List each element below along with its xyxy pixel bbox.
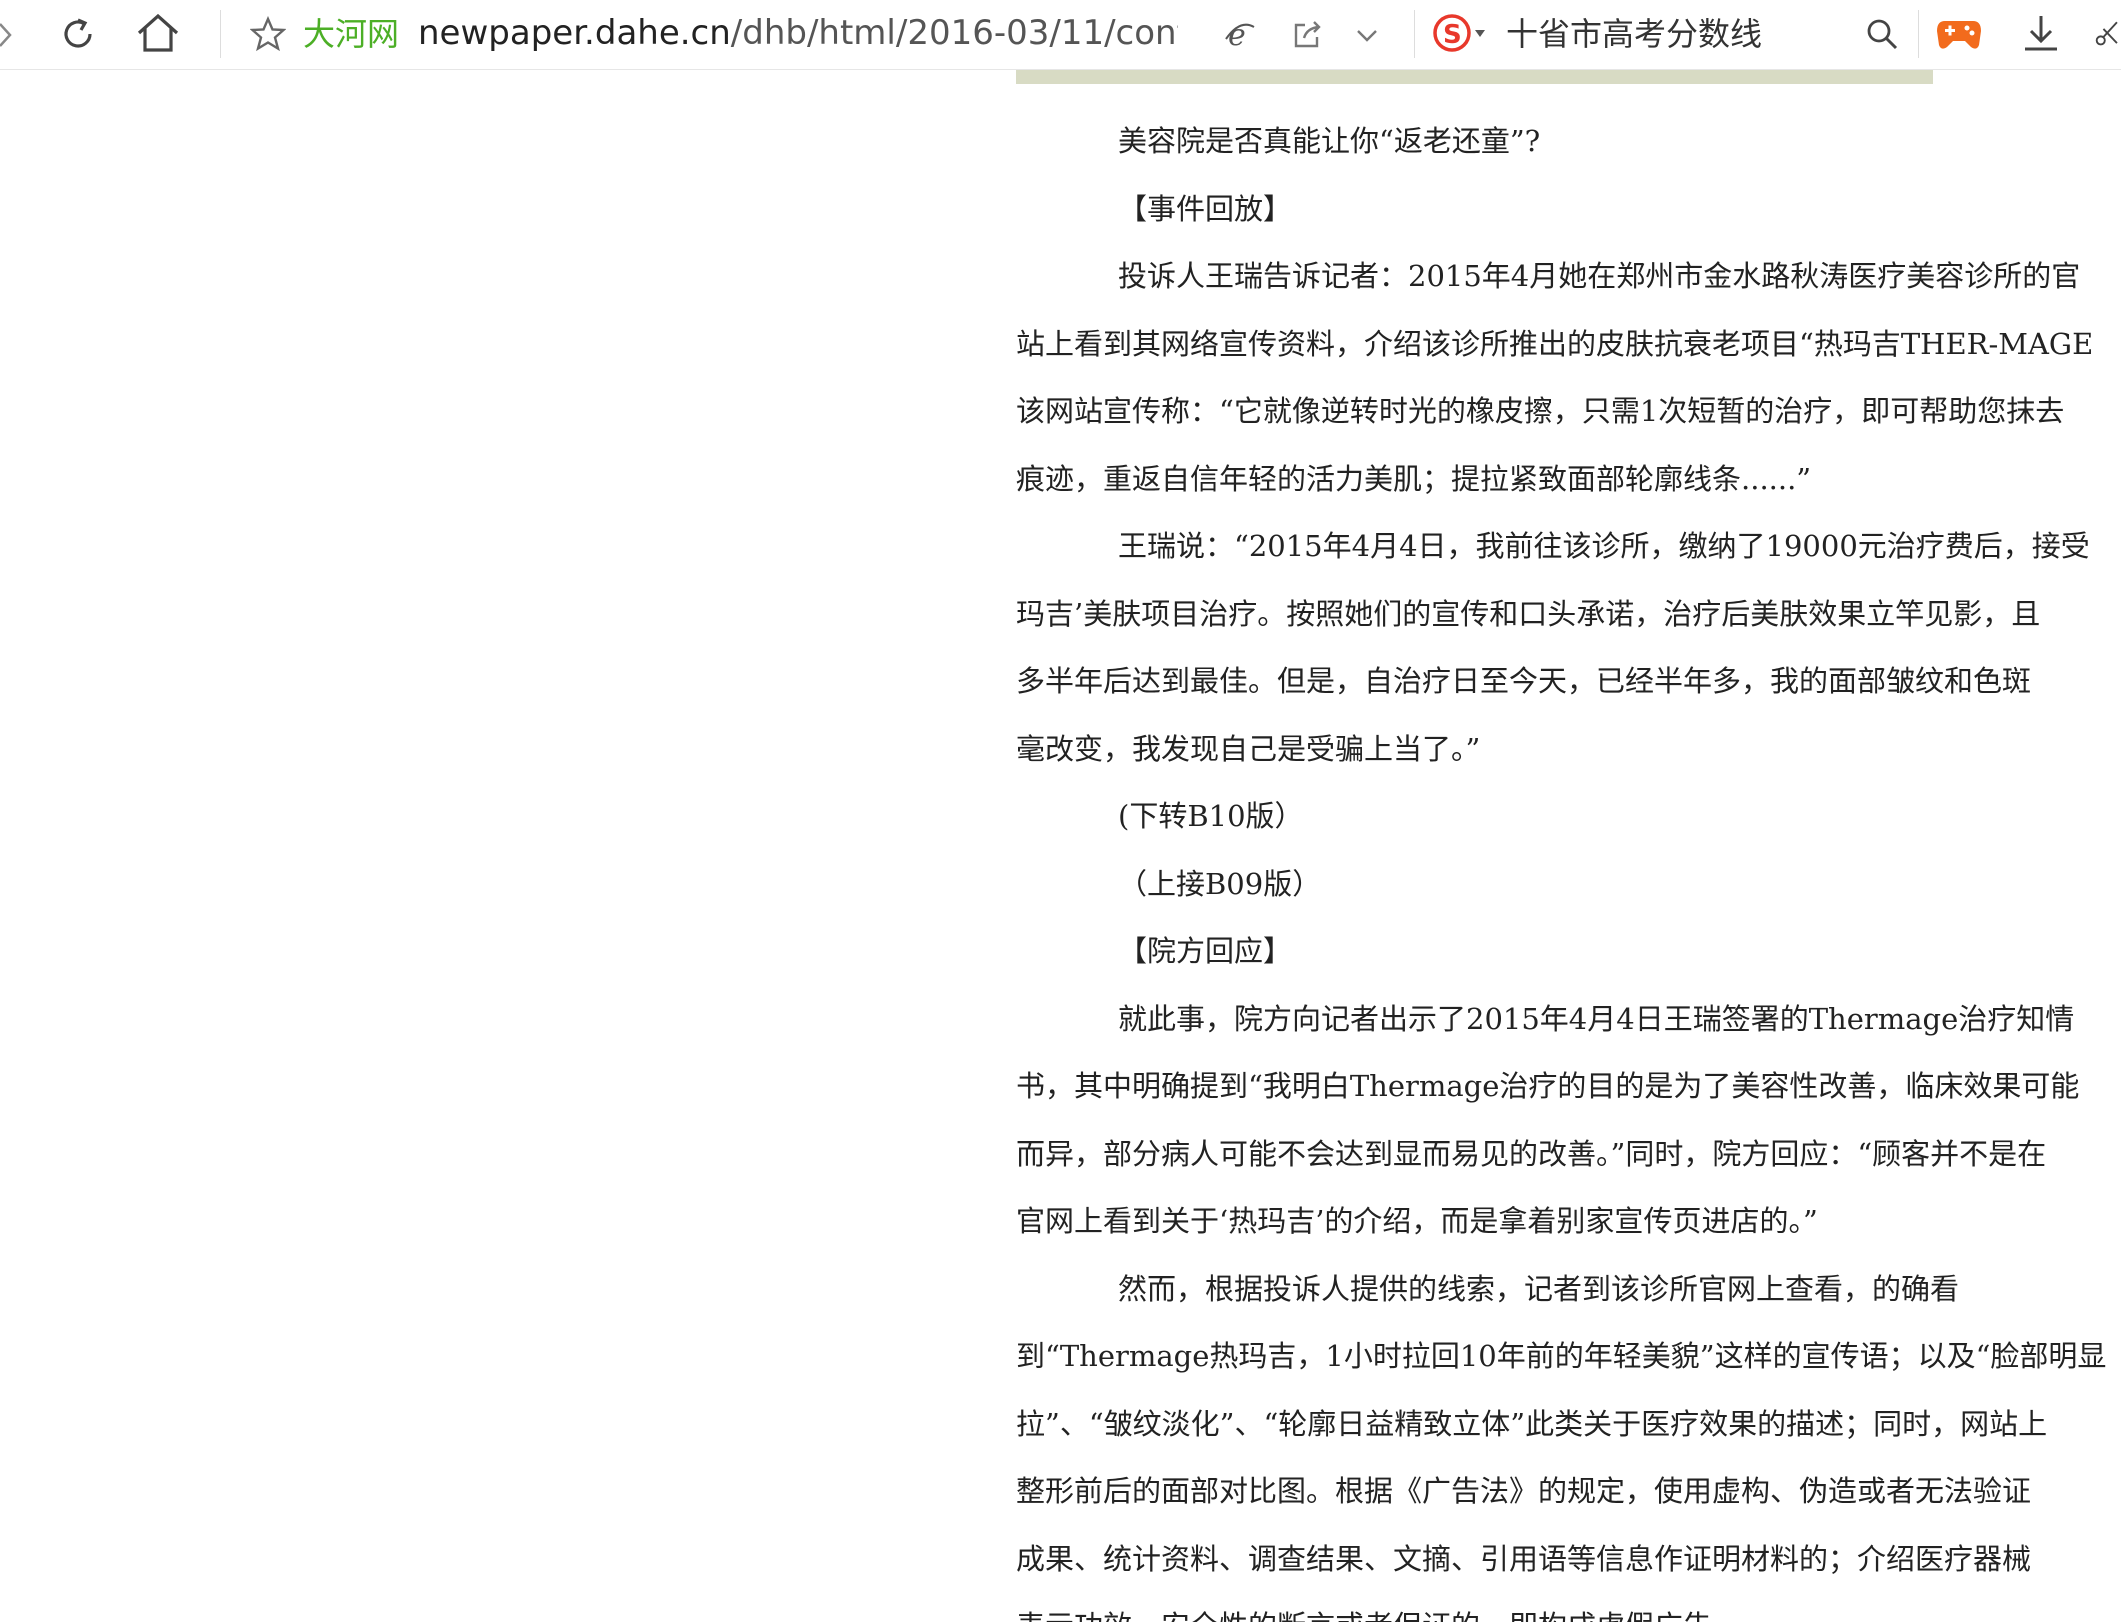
article-line: 官网上看到关于‘热玛吉’的介绍，而是拿着别家宣传页进店的。”	[1016, 1204, 1818, 1238]
article-line: 拉”、“皱纹淡化”、“轮廓日益精致立体”此类关于医疗效果的描述；同时，网站上	[1016, 1406, 2048, 1441]
chevron-down-icon[interactable]	[1350, 18, 1384, 52]
home-icon[interactable]	[134, 10, 182, 56]
article-line: 就此事，院方向记者出示了2015年4月4日王瑞签署的Thermage治疗知情	[1118, 1001, 2075, 1036]
page-content: 美容院是否真能让你“返老还童”? 【事件回放】 投诉人王瑞告诉记者：2015年4…	[0, 70, 2121, 1622]
article-line: 投诉人王瑞告诉记者：2015年4月她在郑州市金水路秋涛医疗美容诊所的官	[1118, 259, 2081, 293]
article-line: 玛吉’美肤项目治疗。按照她们的宣传和口头承诺，治疗后美肤效果立竿见影，且	[1016, 596, 2041, 631]
section-heading: 【事件回放】	[1118, 191, 1293, 226]
article-line: 到“Thermage热玛吉，1小时拉回10年前的年轻美貌”这样的宣传语；以及“脸…	[1016, 1339, 2107, 1373]
article-line: 书，其中明确提到“我明白Thermage治疗的目的是为了美容性改善，临床效果可能	[1016, 1069, 2080, 1103]
section-heading: 【院方回应】	[1118, 934, 1293, 968]
article-line: 整形前后的面部对比图。根据《广告法》的规定，使用虚构、伪造或者无法验证	[1016, 1474, 2032, 1508]
back-arrow-icon[interactable]	[0, 18, 14, 52]
article-line: 该网站宣传称：“它就像逆转时光的橡皮擦，只需1次短暂的治疗，即可帮助您抹去	[1016, 394, 2065, 428]
article-body: 美容院是否真能让你“返老还童”? 【事件回放】 投诉人王瑞告诉记者：2015年4…	[1016, 108, 2121, 1622]
article-title-line: 美容院是否真能让你“返老还童”?	[1118, 124, 1541, 158]
svg-text:S: S	[1443, 20, 1462, 50]
article-line: 成果、统计资料、调查结果、文摘、引用语等信息作证明材料的；介绍医疗器械	[1016, 1541, 2032, 1576]
toolbar-separator	[1918, 10, 1919, 58]
article-line: 然而，根据投诉人提供的线索，记者到该诊所官网上查看，的确看	[1118, 1271, 1960, 1306]
toolbar-separator	[220, 10, 221, 58]
article-line: 痕迹，重返自信年轻的活力美肌；提拉紧致面部轮廓线条......”	[1016, 461, 1812, 496]
article-line: 而异，部分病人可能不会达到显而易见的改善。”同时，院方回应：“顾客并不是在	[1016, 1136, 2047, 1171]
search-query[interactable]: 十省市高考分数线	[1506, 12, 1762, 56]
browser-toolbar: 大河网 newpaper.dahe.cn/dhb/html/2016-03/11…	[0, 0, 2121, 70]
article-line: 表示功效、安全性的断言或者保证的，即构成虚假广告。	[1016, 1593, 2121, 1622]
page-jump-note: （上接B09版）	[1118, 866, 1322, 901]
url-host: newpaper.dahe.cn	[418, 13, 731, 53]
scissors-icon[interactable]	[2094, 10, 2121, 56]
toolbar-separator	[1414, 10, 1415, 58]
refresh-icon[interactable]	[56, 12, 100, 56]
article-header-bar	[1016, 70, 1933, 84]
page-jump-note: (下转B10版）	[1118, 799, 1304, 833]
url-field[interactable]: newpaper.dahe.cn/dhb/html/2016-03/11/con…	[418, 10, 1178, 56]
search-icon[interactable]	[1862, 14, 1902, 54]
sogou-search-icon[interactable]: S	[1430, 10, 1490, 56]
url-path: /dhb/html/2016-03/11/content_	[730, 13, 1178, 53]
share-icon[interactable]	[1288, 14, 1328, 54]
star-icon[interactable]	[248, 14, 288, 54]
article-line: 王瑞说：“2015年4月4日，我前往该诊所，缴纳了19000元治疗费后，接受	[1118, 529, 2090, 563]
article-line: 多半年后达到最佳。但是，自治疗日至今天，已经半年多，我的面部皱纹和色斑	[1016, 664, 2032, 698]
site-name: 大河网	[303, 15, 400, 53]
article-line: 毫改变，我发现自己是受骗上当了。”	[1016, 731, 1481, 766]
article-line: 站上看到其网络宣传资料，介绍该诊所推出的皮肤抗衰老项目“热玛吉THER-MAGE	[1016, 326, 2094, 361]
ie-icon[interactable]: e	[1220, 14, 1260, 54]
gamepad-icon[interactable]	[1934, 10, 1984, 56]
download-icon[interactable]	[2018, 10, 2064, 56]
